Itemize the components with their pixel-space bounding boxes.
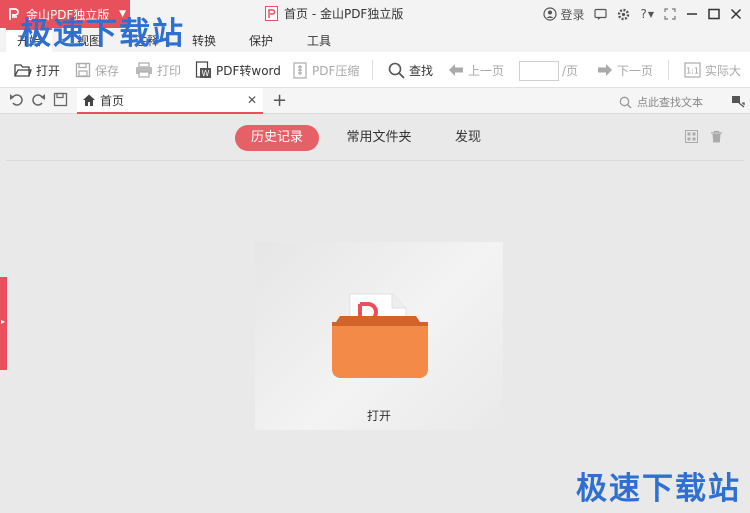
page-suffix: /页: [562, 52, 578, 88]
save-label: 保存: [95, 63, 120, 78]
find-button[interactable]: 查找: [388, 52, 433, 88]
prev-page-label: 上一页: [468, 63, 505, 78]
fullscreen-icon: [664, 8, 676, 20]
print-icon: [136, 62, 152, 78]
pdf-to-word-icon: W: [195, 61, 211, 78]
toolbar-separator: [372, 60, 373, 80]
text-search-field[interactable]: 点此查找文本: [619, 94, 703, 110]
arrow-right-icon: [598, 64, 612, 76]
svg-text:W: W: [202, 69, 210, 78]
folder-icon[interactable]: [330, 282, 430, 384]
help-label: ?: [640, 7, 647, 21]
open-label: 打开: [36, 63, 61, 78]
message-button[interactable]: [589, 0, 612, 28]
document-tab-bar: 首页 ✕ + 点此查找文本: [0, 88, 750, 114]
text-search-placeholder: 点此查找文本: [637, 96, 703, 109]
next-page-label: 下一页: [617, 63, 654, 78]
home-icon: [83, 94, 95, 106]
search-icon: [388, 62, 405, 79]
history-tab[interactable]: 历史记录: [235, 125, 319, 151]
pdf-compress-button[interactable]: PDF压缩: [292, 52, 359, 88]
add-tab-button[interactable]: +: [272, 90, 287, 111]
login-label: 登录: [560, 7, 585, 22]
fullscreen-button[interactable]: [659, 0, 681, 28]
prev-page-button[interactable]: 上一页: [448, 52, 504, 88]
gear-icon: [618, 8, 630, 20]
arrow-left-icon: [449, 64, 463, 76]
minimize-button[interactable]: [681, 0, 703, 28]
tab-tools[interactable]: 工具: [296, 28, 342, 52]
open-folder-icon: [14, 64, 32, 77]
sidebar-expand-button[interactable]: ▸: [0, 277, 7, 370]
svg-text:1:1: 1:1: [686, 67, 699, 76]
panel-toggle-icon[interactable]: [731, 95, 745, 108]
user-icon: [543, 7, 558, 21]
save-icon: [75, 62, 91, 78]
trash-icon[interactable]: [710, 130, 723, 143]
save-button[interactable]: 保存: [75, 52, 119, 88]
maximize-icon: [708, 8, 720, 20]
save-icon[interactable]: [53, 92, 68, 107]
page-suffix-label: /页: [562, 63, 579, 78]
message-icon: [594, 8, 608, 20]
common-folders-tab[interactable]: 常用文件夹: [337, 125, 421, 151]
tab-home[interactable]: 首页 ✕: [77, 88, 263, 114]
close-window-button[interactable]: [725, 0, 750, 28]
pdf-compress-label: PDF压缩: [312, 63, 360, 78]
undo-icon[interactable]: [9, 92, 24, 107]
watermark-bottom: 极速下载站: [576, 471, 741, 507]
toolbar: 打开 保存 打印 W PDF转word PDF压缩 查找 上一页 /页 下一页 …: [0, 52, 750, 88]
pdf-to-word-button[interactable]: W PDF转word: [195, 52, 281, 88]
login-button[interactable]: 登录: [538, 0, 589, 28]
actual-size-button[interactable]: 1:1 实际大: [684, 52, 741, 88]
toolbar-separator: [668, 60, 669, 80]
open-file-label: 打开: [366, 409, 391, 423]
window-title-text: 首页 - 金山PDF独立版: [284, 7, 404, 21]
open-button[interactable]: 打开: [14, 52, 60, 88]
chevron-right-icon: ▸: [1, 317, 6, 326]
window-title: 首页 - 金山PDF独立版: [265, 5, 403, 22]
tab-protect[interactable]: 保护: [238, 28, 284, 52]
print-button[interactable]: 打印: [135, 52, 181, 88]
minimize-icon: [687, 13, 697, 15]
maximize-button[interactable]: [703, 0, 725, 28]
search-icon: [619, 96, 632, 108]
close-icon: [730, 8, 742, 20]
page-number-input[interactable]: [519, 61, 559, 81]
grid-view-icon[interactable]: [685, 130, 698, 143]
watermark-top: 极速下载站: [20, 16, 185, 52]
pdf-file-icon: [265, 6, 278, 21]
print-label: 打印: [157, 63, 182, 78]
actual-size-icon: 1:1: [684, 62, 701, 78]
redo-icon[interactable]: [31, 92, 46, 107]
close-tab-icon[interactable]: ✕: [247, 93, 257, 107]
home-content: 历史记录 常用文件夹 发现 打开 ▸: [0, 115, 750, 513]
actual-size-label: 实际大: [705, 63, 742, 78]
tab-home-label: 首页: [100, 93, 125, 108]
settings-button[interactable]: [612, 0, 635, 28]
help-chevron-icon: ▼: [647, 9, 654, 19]
pdf-compress-icon: [293, 61, 307, 79]
content-divider: [6, 160, 744, 161]
pdf-to-word-label: PDF转word: [216, 63, 281, 78]
next-page-button[interactable]: 下一页: [597, 52, 653, 88]
find-label: 查找: [409, 63, 434, 78]
tab-convert[interactable]: 转换: [181, 28, 227, 52]
help-button[interactable]: ? ▼: [635, 0, 659, 28]
discover-tab[interactable]: 发现: [442, 125, 494, 151]
